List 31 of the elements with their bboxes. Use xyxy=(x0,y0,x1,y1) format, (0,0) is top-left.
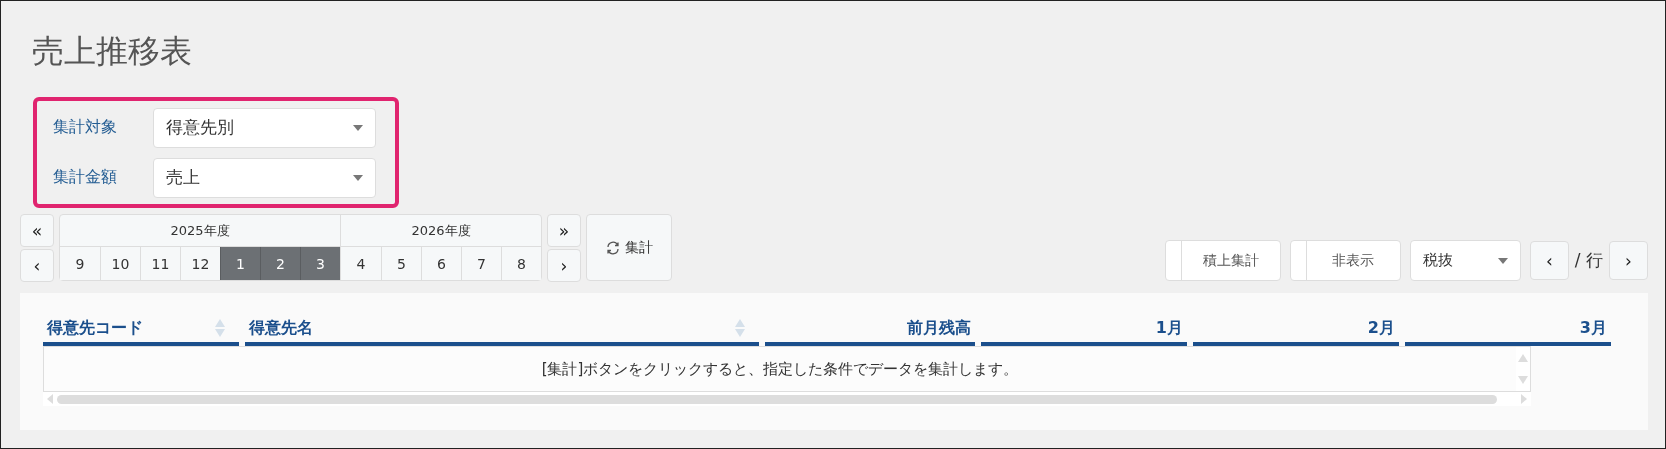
empty-table-message: [集計]ボタンをクリックすると、指定した条件でデータを集計します。 xyxy=(540,358,1020,380)
last-period-button[interactable]: » xyxy=(547,214,581,247)
month-cell[interactable]: 1 xyxy=(220,247,260,280)
month-cell[interactable]: 3 xyxy=(300,247,340,280)
dropdown-select[interactable]: 得意先別 xyxy=(153,107,376,148)
first-period-button[interactable]: « xyxy=(20,214,54,247)
scroll-up-icon[interactable] xyxy=(1518,354,1528,362)
next-button[interactable]: › xyxy=(1609,241,1648,280)
previous-period-button[interactable]: ‹ xyxy=(20,249,54,282)
filter-label: 集計金額 xyxy=(53,167,118,188)
caret-icon xyxy=(353,174,363,181)
toggle-button[interactable]: 非表示 xyxy=(1289,240,1401,281)
filter-label: 集計対象 xyxy=(53,117,118,138)
aggregate-button[interactable]: 集計 xyxy=(586,214,672,281)
scroll-down-icon[interactable] xyxy=(1518,376,1528,384)
scroll-left-icon[interactable] xyxy=(47,394,53,404)
dropdown-select[interactable]: 売上 xyxy=(153,157,376,198)
month-cell[interactable]: 2 xyxy=(260,247,300,280)
horizontal-scrollbar[interactable] xyxy=(43,392,1531,406)
sort-icon xyxy=(215,319,225,337)
caret-icon xyxy=(353,124,363,131)
scroll-right-icon[interactable] xyxy=(1521,394,1527,404)
next-period-button[interactable]: › xyxy=(547,249,581,282)
sort-icon xyxy=(735,319,745,337)
toggle-button[interactable]: 積上集計 xyxy=(1164,240,1281,281)
previous-button[interactable]: ‹ xyxy=(1529,241,1569,280)
caret-icon xyxy=(1497,257,1508,264)
row-label: / 行 xyxy=(1574,249,1603,272)
month-cell[interactable]: 8 xyxy=(501,247,541,280)
refresh-icon xyxy=(605,240,620,255)
tax-select[interactable]: 税抜 xyxy=(1409,240,1521,281)
